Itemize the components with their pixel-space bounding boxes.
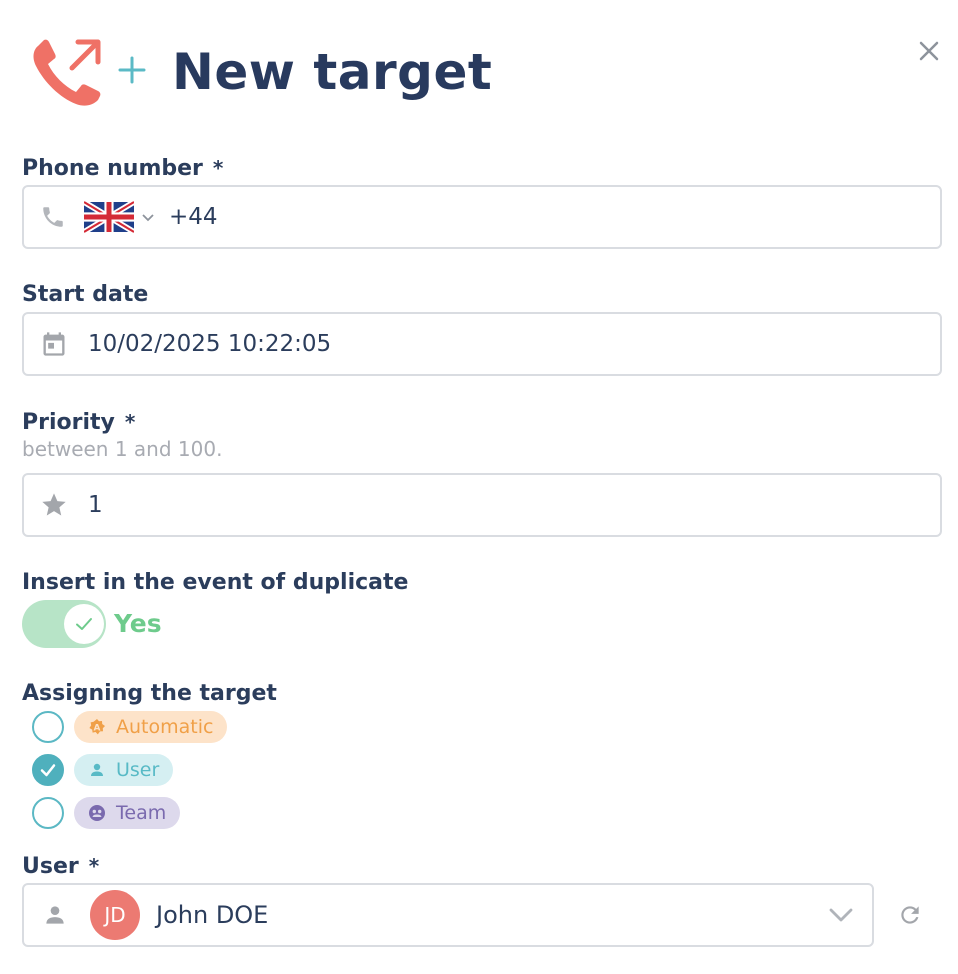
user-select-value: John DOE — [156, 901, 269, 929]
chevron-down-icon[interactable] — [828, 885, 854, 945]
refresh-icon[interactable] — [897, 902, 923, 928]
radio-user[interactable] — [32, 754, 64, 786]
team-icon — [88, 804, 106, 822]
close-icon[interactable] — [916, 38, 942, 64]
person-icon — [88, 761, 106, 779]
check-icon — [40, 764, 56, 777]
start-date-field[interactable]: 10/02/2025 10:22:05 — [22, 312, 942, 376]
outgoing-call-icon — [33, 39, 101, 106]
priority-label: Priority * — [22, 410, 136, 435]
chevron-down-icon — [142, 214, 154, 222]
assign-label: Assigning the target — [22, 681, 277, 706]
uk-flag-icon — [84, 201, 134, 233]
priority-field[interactable]: 1 — [22, 473, 942, 537]
check-icon — [76, 618, 92, 630]
badge-user: User — [74, 754, 174, 786]
duplicate-toggle-text: Yes — [114, 609, 162, 638]
person-icon — [42, 885, 68, 945]
phone-number-label: Phone number * — [22, 156, 224, 181]
start-date-label: Start date — [22, 282, 149, 307]
country-selector[interactable] — [84, 187, 156, 247]
phone-number-field[interactable]: +44 — [22, 185, 942, 249]
badge-automatic: A Automatic — [74, 711, 228, 743]
svg-text:A: A — [94, 724, 101, 734]
auto-badge-icon: A — [88, 718, 106, 736]
plus-icon — [118, 56, 146, 84]
user-select[interactable]: JD John DOE — [22, 883, 874, 947]
toggle-knob — [64, 604, 104, 644]
radio-team[interactable] — [32, 797, 64, 829]
priority-value: 1 — [88, 492, 103, 518]
page-title: New target — [172, 43, 493, 101]
priority-hint: between 1 and 100. — [22, 437, 223, 461]
calendar-icon — [40, 314, 68, 374]
assign-option-team[interactable]: Team — [32, 796, 181, 830]
assign-option-automatic[interactable]: A Automatic — [32, 710, 228, 744]
duplicate-label: Insert in the event of duplicate — [22, 570, 409, 595]
start-date-value: 10/02/2025 10:22:05 — [88, 331, 332, 357]
assign-option-user[interactable]: User — [32, 753, 174, 787]
user-label: User * — [22, 854, 100, 879]
avatar: JD — [90, 890, 140, 940]
duplicate-toggle[interactable] — [22, 600, 106, 648]
phone-number-value: +44 — [169, 204, 218, 230]
radio-automatic[interactable] — [32, 711, 64, 743]
badge-team: Team — [74, 797, 181, 829]
phone-icon — [40, 187, 66, 247]
star-icon — [40, 475, 68, 535]
